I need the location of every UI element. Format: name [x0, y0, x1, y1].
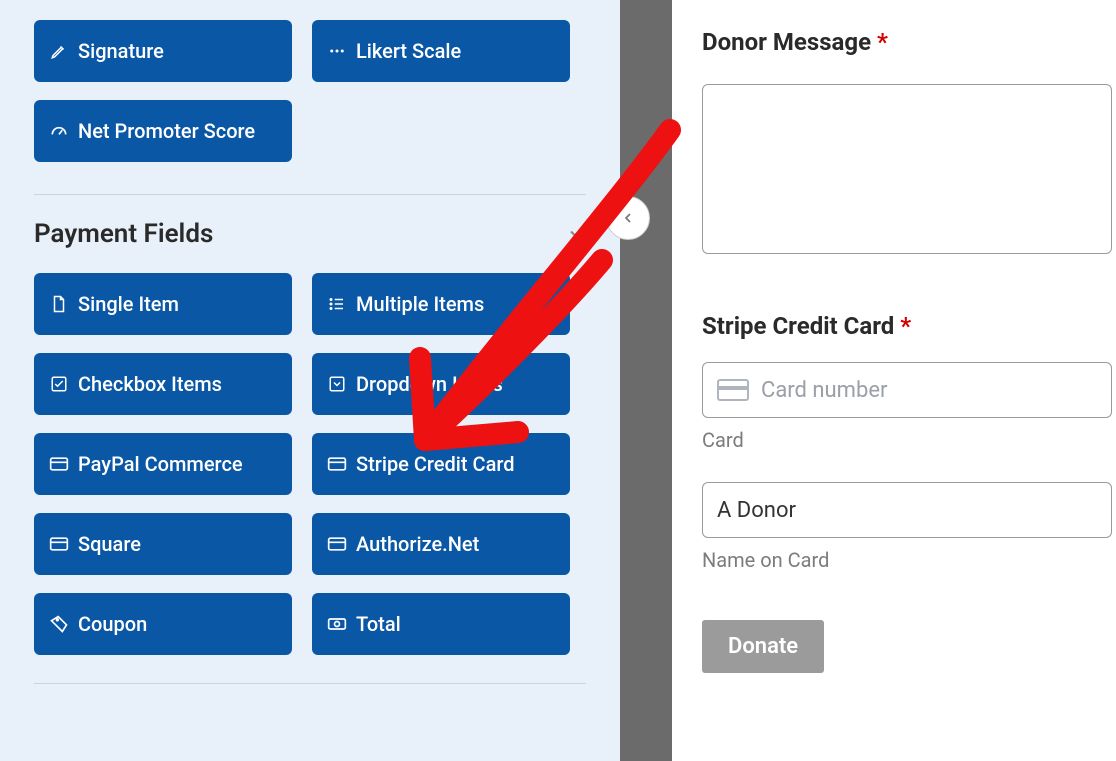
field-label: Net Promoter Score — [78, 119, 255, 143]
card-icon — [326, 533, 348, 555]
card-icon — [326, 453, 348, 475]
required-mark: * — [900, 312, 911, 340]
field-single-item-button[interactable]: Single Item — [34, 273, 292, 335]
field-label: Stripe Credit Card — [356, 452, 515, 476]
field-label: Multiple Items — [356, 292, 484, 316]
field-coupon-button[interactable]: Coupon — [34, 593, 292, 655]
card-sublabel: Card — [702, 428, 1116, 452]
form-preview: Donor Message* Stripe Credit Card* Card … — [672, 0, 1116, 761]
field-square-button[interactable]: Square — [34, 513, 292, 575]
field-label: Dropdown Items — [356, 372, 503, 396]
field-stripe-credit-card-button[interactable]: Stripe Credit Card — [312, 433, 570, 495]
dots-icon — [326, 40, 348, 62]
section-title: Payment Fields — [34, 219, 213, 249]
field-label: Square — [78, 532, 141, 556]
chevron-down-icon — [566, 224, 586, 244]
donor-message-label: Donor Message* — [702, 28, 1116, 56]
name-on-card-value: A Donor — [717, 498, 796, 523]
field-label: Coupon — [78, 612, 147, 636]
card-number-input[interactable]: Card number — [702, 362, 1112, 418]
name-on-card-input[interactable]: A Donor — [702, 482, 1112, 538]
field-checkbox-items-button[interactable]: Checkbox Items — [34, 353, 292, 415]
field-paypal-commerce-button[interactable]: PayPal Commerce — [34, 433, 292, 495]
field-dropdown-items-button[interactable]: Dropdown Items — [312, 353, 570, 415]
fields-sidebar: Signature Likert Scale Net Promoter Scor… — [0, 0, 620, 761]
field-nps-button[interactable]: Net Promoter Score — [34, 100, 292, 162]
field-total-button[interactable]: Total — [312, 593, 570, 655]
card-icon — [717, 379, 749, 401]
donate-button[interactable]: Donate — [702, 620, 824, 673]
card-number-placeholder: Card number — [761, 378, 887, 403]
field-label: Single Item — [78, 292, 179, 316]
file-icon — [48, 293, 70, 315]
field-label: Signature — [78, 39, 164, 63]
donate-button-label: Donate — [728, 634, 798, 659]
field-signature-button[interactable]: Signature — [34, 20, 292, 82]
field-label: PayPal Commerce — [78, 452, 243, 476]
panel-divider-strip — [620, 0, 672, 761]
stripe-label: Stripe Credit Card* — [702, 312, 1116, 340]
payment-fields-header[interactable]: Payment Fields — [10, 195, 610, 255]
required-mark: * — [877, 28, 888, 56]
cash-icon — [326, 613, 348, 635]
card-icon — [48, 453, 70, 475]
field-label: Checkbox Items — [78, 372, 222, 396]
card-icon — [48, 533, 70, 555]
field-label: Likert Scale — [356, 39, 461, 63]
list-icon — [326, 293, 348, 315]
field-label: Authorize.Net — [356, 532, 479, 556]
section-divider — [34, 683, 586, 684]
donor-message-textarea[interactable] — [702, 84, 1112, 254]
name-on-card-sublabel: Name on Card — [702, 548, 1116, 572]
field-authorize-net-button[interactable]: Authorize.Net — [312, 513, 570, 575]
field-label: Total — [356, 612, 401, 636]
field-likert-button[interactable]: Likert Scale — [312, 20, 570, 82]
checkbox-icon — [48, 373, 70, 395]
field-multiple-items-button[interactable]: Multiple Items — [312, 273, 570, 335]
dropdown-icon — [326, 373, 348, 395]
collapse-sidebar-button[interactable] — [606, 196, 650, 240]
pencil-icon — [48, 40, 70, 62]
gauge-icon — [48, 120, 70, 142]
ticket-icon — [48, 613, 70, 635]
